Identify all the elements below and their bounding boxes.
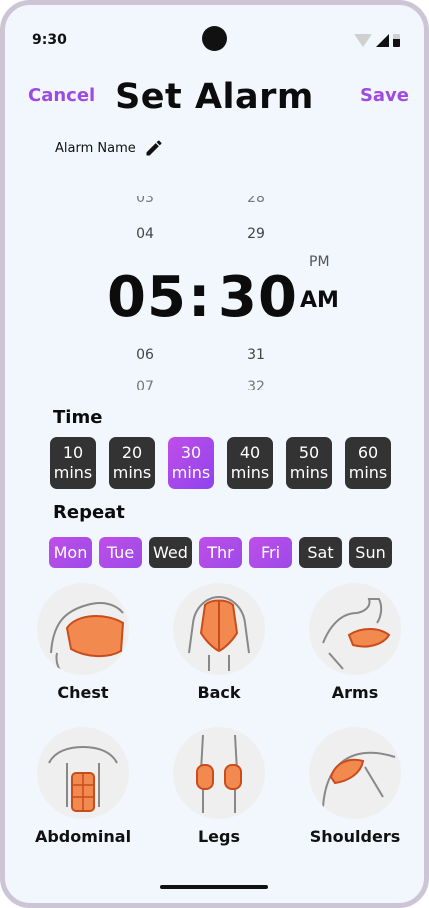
day-sat[interactable]: Sat [299,537,342,568]
muscle-abdominal[interactable]: Abdominal [34,727,132,846]
time-section-label: Time [53,407,103,428]
hour-option[interactable]: 07 [125,379,165,390]
time-option-30[interactable]: 30 mins [168,437,214,489]
time-option-40[interactable]: 40 mins [227,437,273,489]
time-option-20[interactable]: 20 mins [109,437,155,489]
muscle-label: Abdominal [34,827,132,846]
hour-option[interactable]: 06 [125,347,165,363]
day-tue[interactable]: Tue [99,537,142,568]
back-icon [188,595,250,671]
muscle-label: Shoulders [309,827,401,846]
day-fri[interactable]: Fri [249,537,292,568]
muscle-chest[interactable]: Chest [34,583,132,702]
alarm-name-field[interactable]: Alarm Name [55,138,164,158]
hour-option[interactable]: 04 [125,226,165,242]
chest-icon [50,602,125,675]
muscle-legs[interactable]: Legs [170,727,268,846]
time-options: 10 mins 20 mins 30 mins 40 mins 50 mins 60 min… [50,437,391,489]
save-button[interactable]: Save [360,85,409,106]
selected-hour[interactable]: 05 [107,265,187,330]
phone-frame: 9:30 Cancel Set Alarm Save Alarm Name 03… [0,0,429,908]
muscle-label: Legs [197,827,241,846]
selected-minute[interactable]: 30 [218,265,298,330]
day-sun[interactable]: Sun [349,537,392,568]
minute-option[interactable]: 29 [236,226,276,242]
alarm-name-label: Alarm Name [55,140,136,156]
pencil-icon[interactable] [144,138,164,158]
day-thr[interactable]: Thr [199,537,242,568]
shoulders-icon [322,751,396,808]
muscle-arms[interactable]: Arms [306,583,404,702]
status-icons [354,34,400,47]
camera-cutout [202,26,227,51]
time-picker[interactable]: 03 04 06 07 28 29 31 32 05 : 30 PM AM [5,190,424,390]
legs-icon [196,734,242,813]
status-time: 9:30 [32,32,67,48]
time-separator: : [188,265,212,330]
minute-option[interactable]: 31 [236,347,276,363]
day-mon[interactable]: Mon [49,537,92,568]
muscle-label: Arms [331,683,379,702]
battery-icon [393,34,400,47]
home-indicator[interactable] [160,885,268,889]
repeat-days: Mon Tue Wed Thr Fri Sat Sun [49,537,392,568]
day-wed[interactable]: Wed [149,537,192,568]
arms-icon [322,598,391,670]
muscle-label: Back [197,683,241,702]
time-option-10[interactable]: 10 mins [50,437,96,489]
abdominal-icon [48,745,118,812]
minute-option[interactable]: 28 [236,196,276,206]
hour-option[interactable]: 03 [125,196,165,206]
repeat-section-label: Repeat [53,502,125,523]
period-option-pm[interactable]: PM [309,254,330,270]
time-option-50[interactable]: 50 mins [286,437,332,489]
signal-icon [376,34,389,47]
minute-option[interactable]: 32 [236,379,276,390]
time-option-60[interactable]: 60 mins [345,437,391,489]
muscle-label: Chest [57,683,109,702]
muscle-shoulders[interactable]: Shoulders [306,727,404,846]
period-selected-am[interactable]: AM [300,288,339,313]
wifi-icon [354,34,372,47]
muscle-back[interactable]: Back [170,583,268,702]
